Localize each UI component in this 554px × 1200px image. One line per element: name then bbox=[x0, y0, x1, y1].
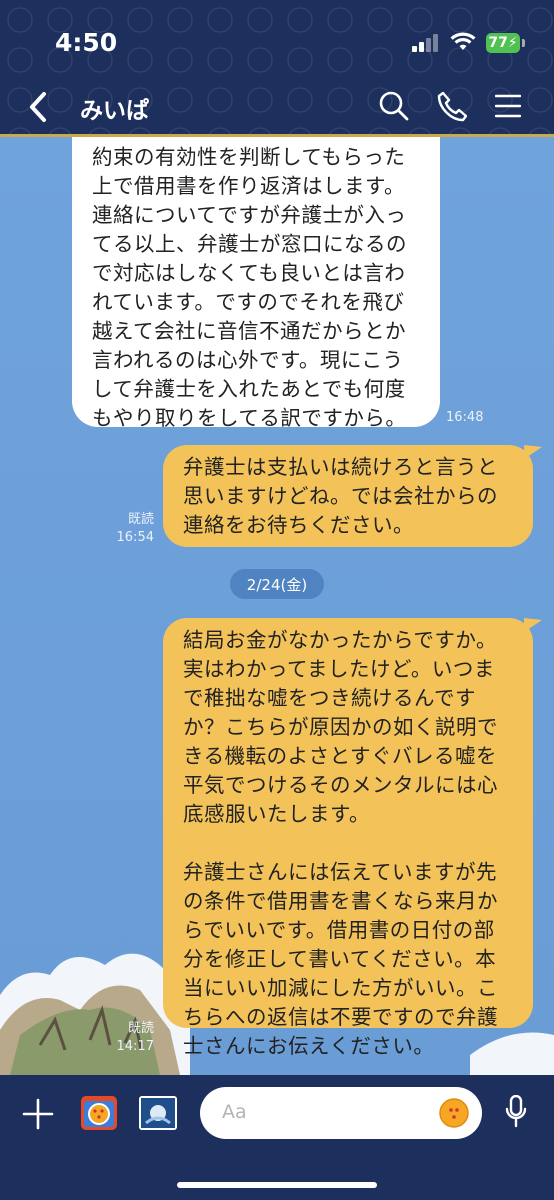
battery-level: 77 bbox=[488, 35, 508, 51]
message-time: 16:48 bbox=[446, 410, 484, 425]
signal-icon bbox=[412, 34, 440, 52]
back-button[interactable] bbox=[24, 90, 52, 124]
input-placeholder: Aa bbox=[222, 1101, 247, 1123]
read-label: 既読 bbox=[127, 512, 154, 527]
wifi-icon bbox=[450, 32, 476, 50]
received-message[interactable]: 約束の有効性を判断してもらった 上で借用書を作り返済はします。 連絡についてです… bbox=[72, 137, 440, 430]
date-separator: 2/24(金) bbox=[230, 569, 324, 599]
camera-icon[interactable] bbox=[80, 1095, 118, 1131]
read-receipt: 既読 16:54 bbox=[100, 511, 154, 547]
sent-message[interactable]: 結局お金がなかったからですか。 実はわかってましたけど。いつま で稚拙な嘘をつき… bbox=[163, 618, 533, 1058]
battery-icon: 77 ⚡ bbox=[486, 33, 520, 53]
sent-message[interactable]: 弁護士は支払いは続けろと言うと 思いますけどね。では会社からの 連絡をお待ちくだ… bbox=[163, 445, 533, 547]
read-label: 既読 bbox=[127, 1021, 154, 1036]
read-receipt: 既読 14:17 bbox=[100, 1020, 154, 1056]
chat-area[interactable]: 約束の有効性を判断してもらった 上で借用書を作り返済はします。 連絡についてです… bbox=[0, 137, 554, 1075]
status-time: 4:50 bbox=[55, 28, 118, 57]
plus-icon[interactable] bbox=[22, 1098, 54, 1130]
menu-icon[interactable] bbox=[495, 93, 521, 119]
top-header: 4:50 77 ⚡ みいぱ bbox=[0, 0, 554, 137]
phone-icon[interactable] bbox=[437, 90, 467, 122]
search-icon[interactable] bbox=[378, 90, 410, 122]
emoji-icon[interactable] bbox=[438, 1097, 470, 1129]
microphone-icon[interactable] bbox=[505, 1095, 527, 1129]
photo-icon[interactable] bbox=[138, 1095, 178, 1131]
input-bar: Aa bbox=[0, 1075, 554, 1200]
bubble-tail bbox=[524, 445, 542, 459]
message-input[interactable]: Aa bbox=[200, 1087, 482, 1139]
home-indicator[interactable] bbox=[177, 1182, 377, 1188]
bubble-tail bbox=[524, 618, 542, 632]
chat-title[interactable]: みいぱ bbox=[80, 91, 149, 125]
message-time: 14:17 bbox=[116, 1039, 154, 1054]
battery-cap bbox=[522, 39, 525, 47]
message-time: 16:54 bbox=[116, 530, 154, 545]
